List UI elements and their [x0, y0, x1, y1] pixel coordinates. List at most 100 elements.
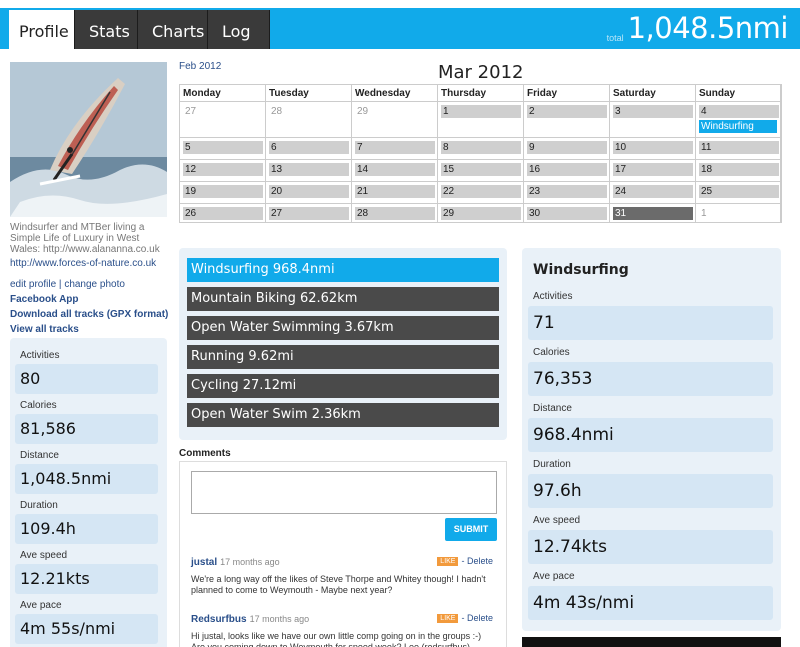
calendar-day-cell[interactable]: 2 — [524, 102, 610, 138]
tab-log[interactable]: Log — [208, 10, 270, 49]
stat-label: Duration — [20, 500, 58, 511]
calendar-day-number: 26 — [183, 207, 263, 220]
calendar-day-cell[interactable]: 27 — [180, 102, 266, 138]
calendar-day-cell[interactable]: 23 — [524, 182, 610, 204]
calendar-day-cell[interactable]: 22 — [438, 182, 524, 204]
submit-button[interactable]: SUBMIT — [445, 518, 497, 541]
stat-value: 71 — [528, 306, 773, 340]
stat-value: 4m 43s/nmi — [528, 586, 773, 620]
delete-link[interactable]: - Delete — [461, 556, 493, 566]
download-tracks-link[interactable]: Download all tracks (GPX format) — [10, 307, 168, 322]
stat-label: Ave speed — [20, 550, 68, 561]
calendar-event[interactable]: Windsurfing — [699, 120, 777, 133]
calendar-day-number: 21 — [355, 185, 435, 198]
prev-month-link[interactable]: Feb 2012 — [179, 61, 221, 72]
calendar-day-number: 15 — [441, 163, 521, 176]
calendar-day-number: 8 — [441, 141, 521, 154]
stat-value: 12.74kts — [528, 530, 773, 564]
calendar-day-cell[interactable]: 27 — [266, 204, 352, 223]
calendar-day-number: 23 — [527, 185, 607, 198]
view-tracks-link[interactable]: View all tracks — [10, 322, 168, 337]
calendar-day-number: 13 — [269, 163, 349, 176]
sport-item[interactable]: Open Water Swimming 3.67km — [187, 316, 499, 340]
calendar-day-cell[interactable]: 25 — [696, 182, 781, 204]
calendar-day-number: 19 — [183, 185, 263, 198]
change-photo-link[interactable]: change photo — [64, 279, 125, 290]
calendar-day-cell[interactable]: 15 — [438, 160, 524, 182]
profile-links: edit profile | change photo Facebook App… — [10, 277, 168, 337]
total-value: 1,048.5nmi — [627, 11, 789, 45]
calendar-day-cell[interactable]: 6 — [266, 138, 352, 160]
calendar-day-number: 31 — [613, 207, 693, 220]
calendar-day-cell[interactable]: 17 — [610, 160, 696, 182]
calendar-day-cell[interactable]: 5 — [180, 138, 266, 160]
calendar-day-cell[interactable]: 11 — [696, 138, 781, 160]
stat-label: Duration — [533, 459, 571, 470]
calendar-day-cell[interactable]: 14 — [352, 160, 438, 182]
comment-user[interactable]: justal — [191, 557, 217, 568]
comment-input[interactable] — [191, 471, 497, 514]
calendar-day-cell[interactable]: 16 — [524, 160, 610, 182]
windsurfer-image — [10, 62, 167, 217]
delete-link[interactable]: - Delete — [461, 613, 493, 623]
comment-user[interactable]: Redsurfbus — [191, 614, 247, 625]
calendar-day-cell[interactable]: 12 — [180, 160, 266, 182]
calendar-day-number: 17 — [613, 163, 693, 176]
calendar-day-cell[interactable]: 13 — [266, 160, 352, 182]
calendar-day-cell[interactable]: 24 — [610, 182, 696, 204]
calendar-day-cell[interactable]: 1 — [696, 204, 781, 223]
facebook-app-link[interactable]: Facebook App — [10, 292, 168, 307]
tab-profile[interactable]: Profile — [9, 10, 75, 49]
overall-stats-panel: Activities 80 Calories 81,586 Distance 1… — [10, 338, 167, 647]
comments-heading: Comments — [179, 448, 231, 459]
stat-value: 81,586 — [15, 414, 158, 444]
comment-time: 17 months ago — [249, 614, 310, 624]
calendar-day-cell[interactable]: 18 — [696, 160, 781, 182]
total-distance: total 1,048.5nmi — [607, 8, 789, 49]
sport-item[interactable]: Windsurfing 968.4nmi — [187, 258, 499, 282]
comment: Redsurfbus 17 months ago LIKE - Delete Hi … — [191, 613, 497, 647]
sport-item[interactable]: Cycling 27.12mi — [187, 374, 499, 398]
calendar-day-cell[interactable]: 4 Windsurfing — [696, 102, 781, 138]
calendar-day-cell[interactable]: 1 — [438, 102, 524, 138]
calendar-day-cell[interactable]: 31 — [610, 204, 696, 223]
sport-item[interactable]: Mountain Biking 62.62km — [187, 287, 499, 311]
calendar-day-cell[interactable]: 8 — [438, 138, 524, 160]
tab-charts[interactable]: Charts — [138, 10, 208, 49]
website-link[interactable]: http://www.forces-of-nature.co.uk — [10, 258, 156, 269]
stat-value: 4m 55s/nmi — [15, 614, 158, 644]
calendar-day-cell[interactable]: 20 — [266, 182, 352, 204]
tab-stats[interactable]: Stats — [75, 10, 138, 49]
calendar-day-number: 20 — [269, 185, 349, 198]
calendar-day-number: 7 — [355, 141, 435, 154]
top-bar: Profile Stats Charts Log total 1,048.5nm… — [0, 8, 800, 49]
calendar-day-cell[interactable]: 21 — [352, 182, 438, 204]
calendar-day-cell[interactable]: 9 — [524, 138, 610, 160]
link-separator: | — [58, 279, 62, 290]
calendar-day-number: 29 — [357, 106, 369, 117]
calendar-day-cell[interactable]: 19 — [180, 182, 266, 204]
calendar-day-cell[interactable]: 29 — [438, 204, 524, 223]
sport-item[interactable]: Running 9.62mi — [187, 345, 499, 369]
stat-value: 76,353 — [528, 362, 773, 396]
like-button[interactable]: LIKE — [437, 557, 459, 566]
calendar-day-cell[interactable]: 30 — [524, 204, 610, 223]
sport-stats-title: Windsurfing — [533, 262, 629, 278]
calendar-day-cell[interactable]: 29 — [352, 102, 438, 138]
calendar-day-cell[interactable]: 7 — [352, 138, 438, 160]
calendar-day-cell[interactable]: 28 — [352, 204, 438, 223]
stat-label: Ave pace — [20, 600, 62, 611]
calendar-title: Mar 2012 — [438, 62, 524, 83]
calendar-day-cell[interactable]: 3 — [610, 102, 696, 138]
stat-label: Activities — [533, 291, 573, 302]
weekday-header: Tuesday — [266, 85, 352, 102]
calendar-day-number: 3 — [613, 105, 693, 118]
calendar-day-cell[interactable]: 10 — [610, 138, 696, 160]
main-tabs: Profile Stats Charts Log — [9, 10, 270, 49]
edit-profile-link[interactable]: edit profile — [10, 279, 56, 290]
calendar-day-cell[interactable]: 26 — [180, 204, 266, 223]
like-button[interactable]: LIKE — [437, 614, 459, 623]
calendar-day-cell[interactable]: 28 — [266, 102, 352, 138]
sport-item[interactable]: Open Water Swim 2.36km — [187, 403, 499, 427]
calendar-grid: Monday Tuesday Wednesday Thursday Friday Satu… — [179, 84, 782, 223]
